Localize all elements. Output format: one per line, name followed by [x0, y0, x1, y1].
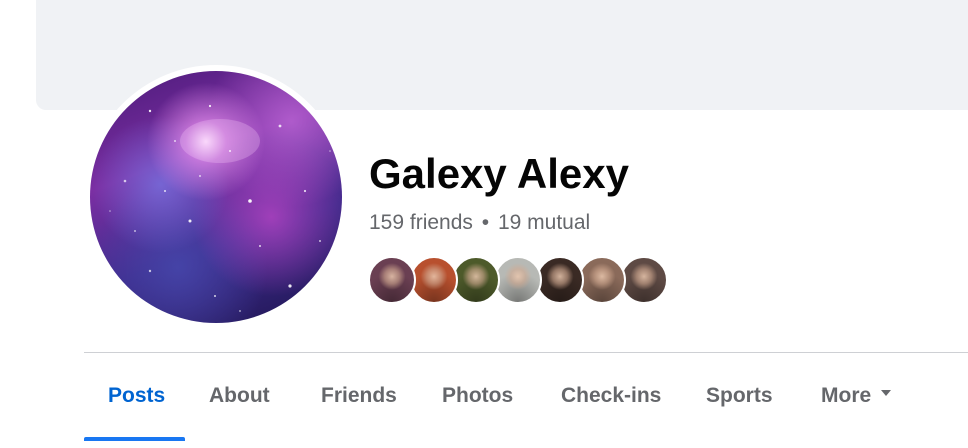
friends-summary: 159 friends • 19 mutual — [369, 211, 590, 235]
friend-avatar-1[interactable] — [368, 256, 416, 304]
tab-more[interactable]: More — [821, 353, 892, 443]
tab-photos[interactable]: Photos — [442, 353, 513, 443]
friend-avatar-4[interactable] — [494, 256, 542, 304]
tab-label: Photos — [442, 384, 514, 407]
caret-down-icon — [881, 390, 892, 397]
mutual-friends-link[interactable]: 19 mutual — [498, 211, 590, 234]
friends-count-link[interactable]: 159 friends — [369, 211, 473, 234]
tab-check-ins[interactable]: Check-ins — [561, 353, 661, 443]
friend-avatar-2[interactable] — [410, 256, 458, 304]
tab-posts[interactable]: Posts — [108, 353, 165, 443]
friend-avatar-6[interactable] — [578, 256, 626, 304]
profile-name: Galexy Alexy — [369, 150, 629, 197]
tab-label: About — [209, 384, 270, 407]
friend-avatar-7[interactable] — [620, 256, 668, 304]
separator-dot: • — [481, 211, 490, 234]
mutual-friend-avatars — [368, 256, 688, 304]
tab-about[interactable]: About — [209, 353, 270, 443]
galaxy-stars — [109, 104, 331, 312]
tab-label: Check-ins — [561, 384, 662, 407]
tab-label: Posts — [108, 384, 166, 407]
friend-avatar-3[interactable] — [452, 256, 500, 304]
profile-tabs: Posts About Friends Photos Check-ins Spo… — [84, 353, 968, 443]
tab-label: More — [821, 384, 872, 407]
active-tab-indicator — [84, 437, 185, 441]
tab-sports[interactable]: Sports — [706, 353, 773, 443]
friend-avatar-5[interactable] — [536, 256, 584, 304]
tab-friends[interactable]: Friends — [321, 353, 397, 443]
tab-label: Sports — [706, 384, 773, 407]
profile-picture[interactable] — [90, 71, 342, 323]
tab-label: Friends — [321, 384, 397, 407]
